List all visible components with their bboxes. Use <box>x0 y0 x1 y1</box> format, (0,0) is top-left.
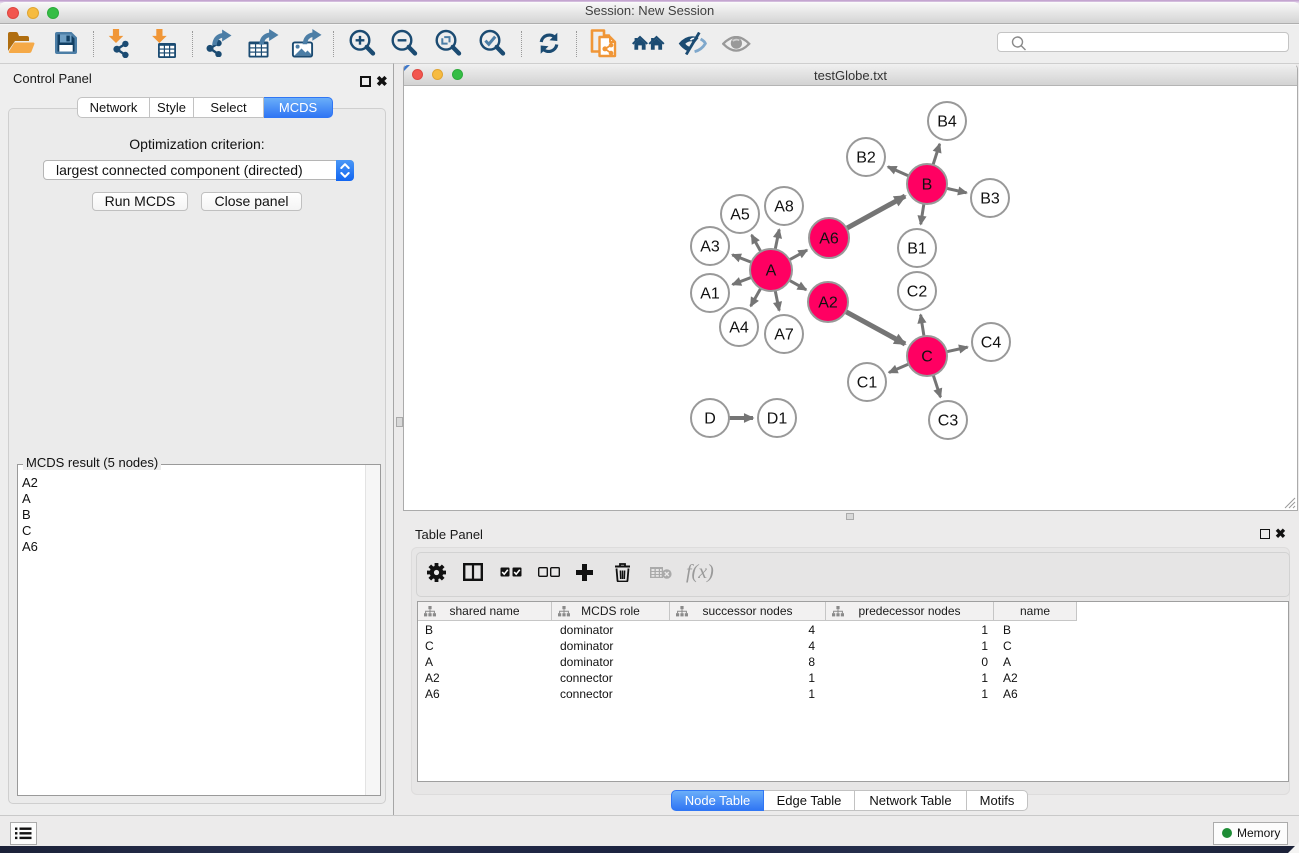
svg-text:B: B <box>922 177 933 194</box>
svg-text:C3: C3 <box>938 413 959 430</box>
svg-text:A4: A4 <box>729 320 749 337</box>
svg-text:B1: B1 <box>907 241 927 258</box>
svg-text:C2: C2 <box>907 284 928 301</box>
svg-text:C1: C1 <box>857 375 878 392</box>
svg-text:A7: A7 <box>774 327 794 344</box>
svg-text:A3: A3 <box>700 239 720 256</box>
svg-text:A5: A5 <box>730 207 750 224</box>
svg-text:C: C <box>921 349 933 366</box>
svg-text:B2: B2 <box>856 150 876 167</box>
svg-text:A1: A1 <box>700 286 720 303</box>
svg-text:D1: D1 <box>767 411 788 428</box>
svg-text:D: D <box>704 411 716 428</box>
svg-text:B4: B4 <box>937 114 957 131</box>
svg-text:B3: B3 <box>980 191 1000 208</box>
svg-text:A: A <box>766 263 777 280</box>
svg-text:A6: A6 <box>819 231 839 248</box>
svg-text:C4: C4 <box>981 335 1002 352</box>
svg-text:A8: A8 <box>774 199 794 216</box>
svg-text:A2: A2 <box>818 295 838 312</box>
